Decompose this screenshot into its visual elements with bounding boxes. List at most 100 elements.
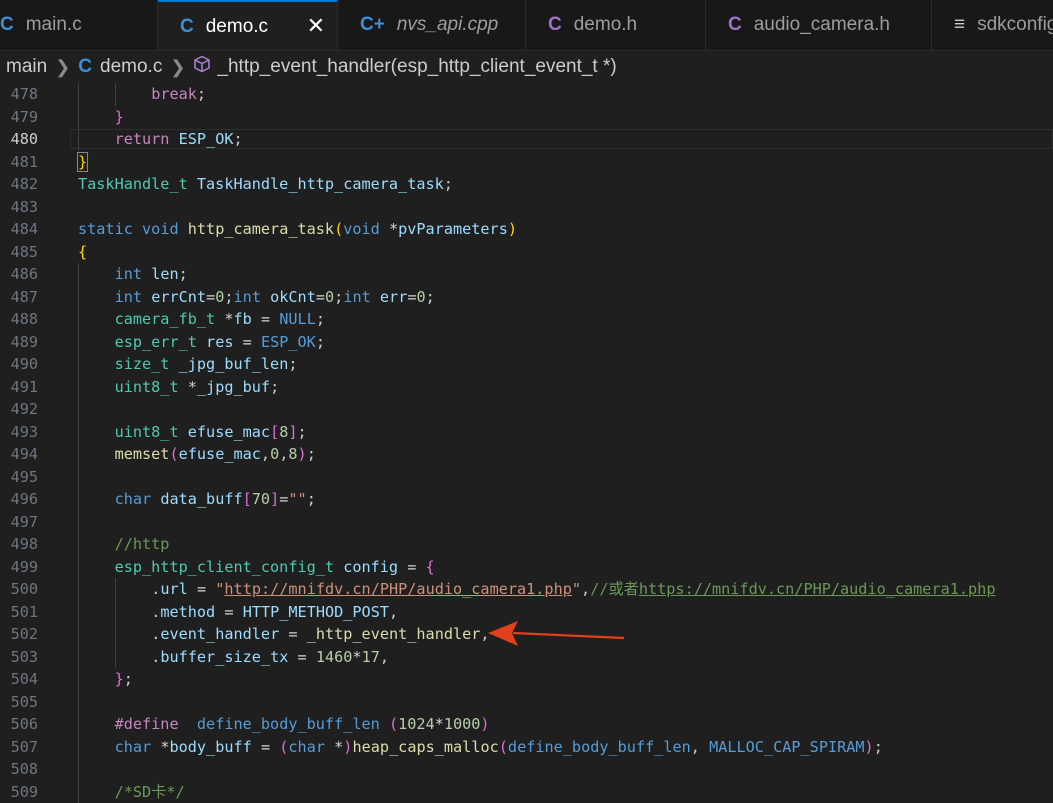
indent-guide (78, 398, 79, 421)
code-line[interactable]: 485 { (0, 241, 1053, 264)
code-token: uint8_t (114, 377, 179, 396)
code-editor[interactable]: 478 break; 479} 480 return ESP_OK; 481} 482 Tas… (0, 83, 1053, 803)
code-token: ; (315, 332, 325, 351)
line-number: 479 (10, 107, 38, 126)
line-number: 487 (10, 287, 38, 306)
code-line[interactable]: 507 char *body_buff = (char *)heap_caps_m… (0, 736, 1053, 759)
line-number: 506 (10, 715, 38, 733)
code-token: , (690, 737, 710, 756)
code-line[interactable]: 501 .method = HTTP_METHOD_POST, (0, 601, 1053, 624)
line-number: 492 (10, 400, 38, 418)
code-token: = (288, 625, 298, 643)
code-line[interactable]: 498 //http (0, 533, 1053, 556)
tab-nvs-api-cpp[interactable]: C+ nvs_api.cpp (338, 0, 526, 50)
code-token: ; (443, 175, 453, 193)
tab-demo-h[interactable]: Cdemo.h (526, 0, 706, 50)
code-line[interactable]: 487 int errCnt=0;int okCnt=0;int err=0; (0, 286, 1053, 309)
code-line[interactable]: 483 (0, 196, 1053, 219)
tab-sdkconfig[interactable]: ≡ sdkconfig (932, 0, 1053, 50)
code-token: "" (288, 490, 307, 508)
code-line[interactable]: 500 .url = "http://mnifdv.cn/PHP/audio_ca… (0, 578, 1053, 601)
code-token: = (315, 287, 325, 306)
code-token: ; (288, 355, 298, 373)
code-token: fb (233, 310, 252, 328)
code-token: TaskHandle_t (78, 175, 188, 193)
code-line[interactable]: 479} (0, 106, 1053, 129)
code-token: 70 (251, 490, 271, 508)
code-line[interactable]: 497 (0, 511, 1053, 534)
code-line[interactable]: 488 camera_fb_t *fb = NULL; (0, 308, 1053, 331)
line-number: 481 (10, 152, 38, 171)
breadcrumb-symbol[interactable]: _http_event_handler(esp_http_client_even… (217, 56, 616, 78)
tab-demo-c[interactable]: Cdemo.c ✕ (158, 0, 338, 50)
line-number: 503 (10, 647, 38, 666)
code-token: ; (334, 287, 344, 306)
indent-guide (114, 83, 116, 106)
cpp-file-icon: C+ (360, 14, 385, 35)
indent-guide (78, 420, 79, 443)
breadcrumb-folder[interactable]: main (6, 56, 47, 78)
indent-guide (78, 758, 79, 781)
code-token: . (151, 580, 161, 598)
code-line[interactable]: 509 /*SD卡*/ (0, 781, 1053, 803)
line-number: 508 (10, 760, 38, 778)
code-token: int (114, 287, 143, 306)
code-token: , (389, 602, 399, 621)
code-line[interactable]: 480 return ESP_OK; (0, 128, 1053, 151)
code-line[interactable]: 490 size_t _jpg_buf_len; (0, 353, 1053, 376)
indent-guide (78, 623, 79, 646)
indent-guide (114, 645, 116, 668)
code-text: char data_buff[70]=""; (115, 488, 316, 511)
tab-audio-camera-h[interactable]: Caudio_camera.h (706, 0, 932, 50)
code-token: { (425, 557, 435, 576)
code-line[interactable]: 502 .event_handler = _http_event_handler, (0, 623, 1053, 646)
code-line[interactable]: 481} (0, 151, 1053, 174)
indent-guide (78, 488, 79, 511)
tab-main-c[interactable]: Cmain.c (0, 0, 158, 50)
code-line[interactable]: 504}; (0, 668, 1053, 691)
code-line[interactable]: 506 #define define_body_buff_len (1024*10… (0, 713, 1053, 736)
code-line[interactable]: 492 (0, 398, 1053, 421)
code-line[interactable]: 489 esp_err_t res = ESP_OK; (0, 331, 1053, 354)
code-line[interactable]: 482 TaskHandle_t TaskHandle_http_camera_t… (0, 173, 1053, 196)
code-token: uint8_t (114, 422, 179, 441)
code-text: camera_fb_t *fb = NULL; (115, 308, 325, 331)
code-line[interactable]: 486 int len; (0, 263, 1053, 286)
code-line[interactable]: 508 (0, 758, 1053, 781)
code-line[interactable]: 491 uint8_t *_jpg_buf; (0, 376, 1053, 399)
code-token: = (206, 287, 216, 306)
c-file-icon: C (548, 14, 562, 35)
indent-guide (114, 623, 116, 646)
code-token: NULL (279, 310, 316, 328)
settings-file-icon: ≡ (954, 14, 966, 35)
code-token: len (151, 265, 179, 283)
code-token: TaskHandle_http_camera_task (196, 175, 444, 193)
code-line[interactable]: 499 esp_http_client_config_t config = { (0, 556, 1053, 579)
code-line[interactable]: 495 (0, 466, 1053, 489)
code-token: errCnt (151, 287, 207, 306)
code-text: .event_handler = _http_event_handler, (151, 623, 489, 646)
code-line[interactable]: 496 char data_buff[70]=""; (0, 488, 1053, 511)
breadcrumb-file[interactable]: demo.c (100, 56, 162, 78)
code-line[interactable]: 505 (0, 691, 1053, 714)
close-icon[interactable]: ✕ (307, 13, 325, 39)
code-token: void (142, 220, 179, 238)
code-token: * (187, 377, 197, 396)
code-line[interactable]: 478 break; (0, 83, 1053, 106)
code-token: } (76, 151, 89, 172)
code-line[interactable]: 503 .buffer_size_tx = 1460*17, (0, 646, 1053, 669)
code-token: camera_fb_t (114, 310, 216, 328)
line-number: 501 (10, 602, 38, 621)
indent-guide (78, 690, 79, 713)
code-line[interactable]: 493 uint8_t efuse_mac[8]; (0, 421, 1053, 444)
code-line[interactable]: 494 memset(efuse_mac,0,8); (0, 443, 1053, 466)
line-number: 507 (10, 737, 38, 756)
code-line[interactable]: 484 static void http_camera_task(void *pv… (0, 218, 1053, 241)
